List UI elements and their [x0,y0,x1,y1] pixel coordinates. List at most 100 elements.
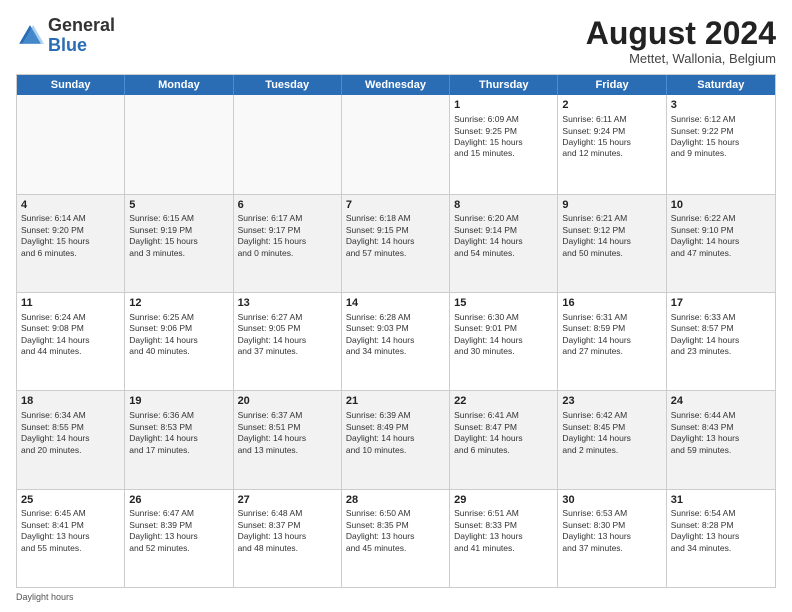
cell-info-line: and 40 minutes. [129,346,228,357]
table-row [125,95,233,193]
table-row: 1Sunrise: 6:09 AMSunset: 9:25 PMDaylight… [450,95,558,193]
cell-info-line: Sunrise: 6:36 AM [129,410,228,421]
day-number: 27 [238,493,337,508]
cell-info-line: and 10 minutes. [346,445,445,456]
cell-info-line: and 55 minutes. [21,543,120,554]
table-row: 23Sunrise: 6:42 AMSunset: 8:45 PMDayligh… [558,391,666,488]
cell-info-line: and 34 minutes. [671,543,771,554]
calendar-header: SundayMondayTuesdayWednesdayThursdayFrid… [17,75,775,95]
cell-info-line: Sunset: 9:15 PM [346,225,445,236]
table-row [234,95,342,193]
day-number: 30 [562,493,661,508]
day-number: 28 [346,493,445,508]
cell-info-line: and 41 minutes. [454,543,553,554]
cell-info-line: Daylight: 14 hours [129,433,228,444]
cell-info-line: Sunrise: 6:24 AM [21,312,120,323]
table-row: 5Sunrise: 6:15 AMSunset: 9:19 PMDaylight… [125,195,233,292]
day-number: 1 [454,98,553,113]
cell-info-line: Daylight: 14 hours [238,335,337,346]
header-day-monday: Monday [125,75,233,95]
cell-info-line: Sunset: 9:17 PM [238,225,337,236]
day-number: 5 [129,198,228,213]
cell-info-line: Sunrise: 6:45 AM [21,508,120,519]
cell-info-line: Sunrise: 6:20 AM [454,213,553,224]
cell-info-line: Sunset: 9:25 PM [454,126,553,137]
table-row: 13Sunrise: 6:27 AMSunset: 9:05 PMDayligh… [234,293,342,390]
cell-info-line: Sunset: 8:53 PM [129,422,228,433]
cell-info-line: Daylight: 15 hours [671,137,771,148]
cell-info-line: and 45 minutes. [346,543,445,554]
day-number: 20 [238,394,337,409]
cell-info-line: Sunset: 8:47 PM [454,422,553,433]
table-row: 16Sunrise: 6:31 AMSunset: 8:59 PMDayligh… [558,293,666,390]
cell-info-line: Sunset: 9:22 PM [671,126,771,137]
table-row: 10Sunrise: 6:22 AMSunset: 9:10 PMDayligh… [667,195,775,292]
cell-info-line: and 48 minutes. [238,543,337,554]
cell-info-line: and 37 minutes. [238,346,337,357]
day-number: 16 [562,296,661,311]
table-row: 27Sunrise: 6:48 AMSunset: 8:37 PMDayligh… [234,490,342,587]
cell-info-line: Daylight: 15 hours [562,137,661,148]
cell-info-line: Daylight: 14 hours [346,433,445,444]
cell-info-line: and 13 minutes. [238,445,337,456]
cell-info-line: Daylight: 13 hours [671,531,771,542]
cell-info-line: and 59 minutes. [671,445,771,456]
cell-info-line: Daylight: 13 hours [671,433,771,444]
cell-info-line: Sunset: 9:24 PM [562,126,661,137]
cell-info-line: Sunrise: 6:27 AM [238,312,337,323]
cell-info-line: Sunrise: 6:50 AM [346,508,445,519]
cell-info-line: and 2 minutes. [562,445,661,456]
header-day-wednesday: Wednesday [342,75,450,95]
calendar-row-2: 11Sunrise: 6:24 AMSunset: 9:08 PMDayligh… [17,292,775,390]
cell-info-line: and 34 minutes. [346,346,445,357]
logo-text: General Blue [48,16,115,56]
cell-info-line: Sunrise: 6:41 AM [454,410,553,421]
cell-info-line: and 3 minutes. [129,248,228,259]
cell-info-line: and 50 minutes. [562,248,661,259]
table-row: 15Sunrise: 6:30 AMSunset: 9:01 PMDayligh… [450,293,558,390]
cell-info-line: Sunrise: 6:09 AM [454,114,553,125]
cell-info-line: Daylight: 13 hours [238,531,337,542]
cell-info-line: Sunrise: 6:37 AM [238,410,337,421]
cell-info-line: and 57 minutes. [346,248,445,259]
table-row: 31Sunrise: 6:54 AMSunset: 8:28 PMDayligh… [667,490,775,587]
cell-info-line: Sunrise: 6:30 AM [454,312,553,323]
table-row: 22Sunrise: 6:41 AMSunset: 8:47 PMDayligh… [450,391,558,488]
cell-info-line: Sunrise: 6:54 AM [671,508,771,519]
title-block: August 2024 Mettet, Wallonia, Belgium [586,16,776,66]
cell-info-line: and 17 minutes. [129,445,228,456]
cell-info-line: Sunrise: 6:18 AM [346,213,445,224]
logo: General Blue [16,16,115,56]
cell-info-line: Sunset: 8:37 PM [238,520,337,531]
day-number: 26 [129,493,228,508]
cell-info-line: Daylight: 14 hours [21,335,120,346]
cell-info-line: Daylight: 14 hours [562,236,661,247]
day-number: 14 [346,296,445,311]
calendar-row-4: 25Sunrise: 6:45 AMSunset: 8:41 PM Dayligh… [17,489,775,587]
day-number: 2 [562,98,661,113]
table-row: 8Sunrise: 6:20 AMSunset: 9:14 PMDaylight… [450,195,558,292]
cell-info-line: Sunrise: 6:14 AM [21,213,120,224]
cell-info-line: Sunrise: 6:31 AM [562,312,661,323]
cell-info-line: Daylight: 13 hours [562,531,661,542]
header-day-saturday: Saturday [667,75,775,95]
calendar-row-1: 4Sunrise: 6:14 AMSunset: 9:20 PMDaylight… [17,194,775,292]
cell-info-line: and 23 minutes. [671,346,771,357]
cell-info-line: Sunrise: 6:34 AM [21,410,120,421]
day-number: 3 [671,98,771,113]
cell-info-line: Daylight: 14 hours [671,236,771,247]
header: General Blue August 2024 Mettet, Walloni… [16,16,776,66]
cell-info-line: Sunset: 8:55 PM [21,422,120,433]
cell-info-line: Sunset: 8:41 PM [21,520,120,531]
calendar-row-0: 1Sunrise: 6:09 AMSunset: 9:25 PM Daylight… [17,95,775,193]
day-number: 24 [671,394,771,409]
cell-info-line: and 27 minutes. [562,346,661,357]
footer-text: Daylight hours [16,592,74,602]
table-row: 2Sunrise: 6:11 AMSunset: 9:24 PMDaylight… [558,95,666,193]
day-number: 25 [21,493,120,508]
table-row: 18Sunrise: 6:34 AMSunset: 8:55 PMDayligh… [17,391,125,488]
table-row: 29Sunrise: 6:51 AMSunset: 8:33 PMDayligh… [450,490,558,587]
header-day-sunday: Sunday [17,75,125,95]
table-row [342,95,450,193]
cell-info-line: Sunset: 8:33 PM [454,520,553,531]
